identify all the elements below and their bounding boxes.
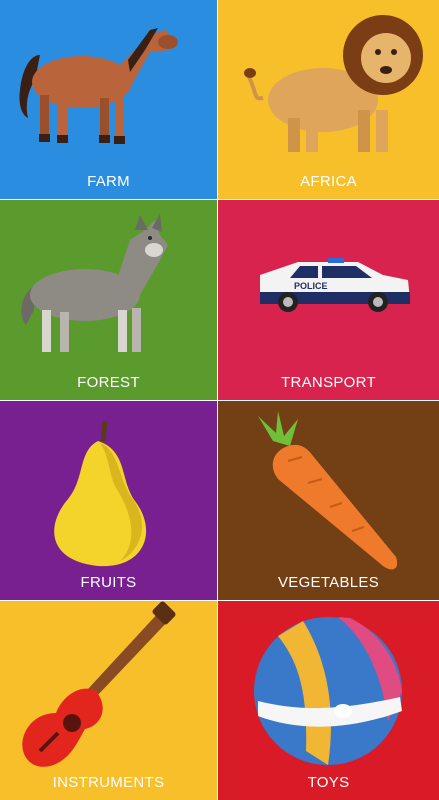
category-tile-forest[interactable]: FOREST xyxy=(0,200,217,400)
ball-icon xyxy=(218,601,439,800)
guitar-icon xyxy=(0,601,217,800)
category-tile-farm[interactable]: FARM xyxy=(0,0,217,199)
horse-icon xyxy=(0,0,217,199)
category-label-transport: TRANSPORT xyxy=(281,374,376,391)
category-label-africa: AFRICA xyxy=(300,173,357,190)
category-label-instruments: INSTRUMENTS xyxy=(52,774,165,791)
category-tile-fruits[interactable]: FRUITS xyxy=(0,401,217,600)
category-tile-transport[interactable]: POLICE TRANSPORT xyxy=(218,200,439,400)
category-grid: FARM AFRICA FOREST POLICE TRANSPORT FRUI… xyxy=(0,0,439,800)
category-label-toys: TOYS xyxy=(307,774,350,791)
car-text: POLICE xyxy=(294,281,328,291)
police-car-icon: POLICE xyxy=(218,200,439,400)
category-tile-africa[interactable]: AFRICA xyxy=(218,0,439,199)
category-label-farm: FARM xyxy=(87,173,130,190)
category-tile-toys[interactable]: TOYS xyxy=(218,601,439,800)
category-tile-vegetables[interactable]: VEGETABLES xyxy=(218,401,439,600)
tile-background xyxy=(0,601,217,800)
category-label-forest: FOREST xyxy=(77,374,140,391)
category-label-fruits: FRUITS xyxy=(80,574,137,591)
pear-icon xyxy=(0,401,217,600)
category-label-vegetables: VEGETABLES xyxy=(277,574,380,591)
carrot-icon xyxy=(218,401,439,600)
lion-icon xyxy=(218,0,439,199)
category-tile-instruments[interactable]: INSTRUMENTS xyxy=(0,601,217,800)
wolf-icon xyxy=(0,200,217,400)
